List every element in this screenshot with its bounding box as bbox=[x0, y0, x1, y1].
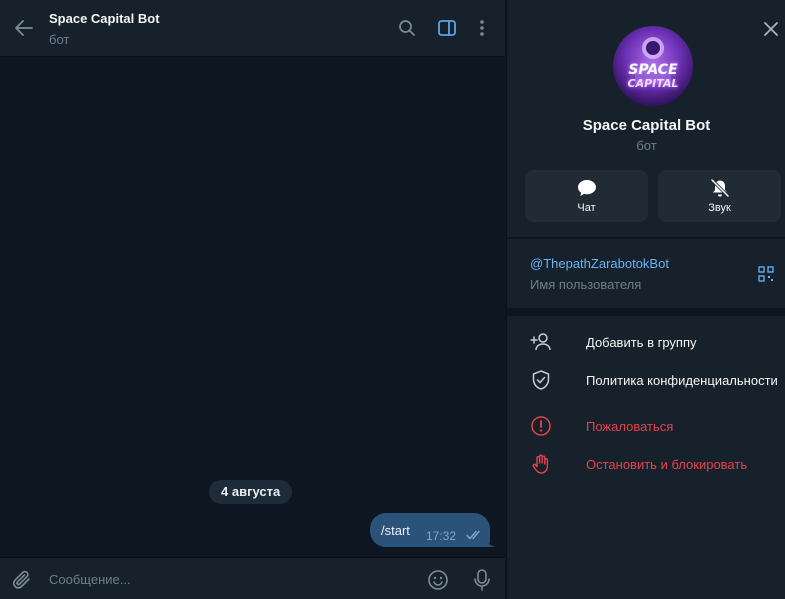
more-vertical-icon bbox=[480, 20, 484, 36]
username-caption: Имя пользователя bbox=[530, 277, 642, 292]
shield-check-icon bbox=[532, 370, 550, 390]
sound-button[interactable]: Звук bbox=[658, 170, 781, 222]
more-menu-button[interactable] bbox=[469, 15, 495, 41]
menu-label: Остановить и блокировать bbox=[586, 457, 748, 472]
search-icon bbox=[399, 20, 415, 36]
privacy-policy-item[interactable]: Политика конфиденциальности bbox=[507, 363, 785, 397]
hand-stop-icon bbox=[532, 454, 549, 474]
report-item[interactable]: Пожаловаться bbox=[507, 409, 785, 443]
qr-code-icon[interactable] bbox=[758, 266, 774, 282]
avatar[interactable]: SPACE CAPITAL bbox=[613, 26, 693, 106]
emoji-icon[interactable] bbox=[427, 569, 449, 591]
chat-bubble-icon bbox=[577, 180, 596, 196]
double-check-icon bbox=[466, 530, 480, 540]
arrow-left-icon bbox=[15, 20, 33, 36]
back-button[interactable] bbox=[10, 14, 38, 42]
message-time: 17:32 bbox=[426, 529, 457, 543]
avatar-logo-text: SPACE CAPITAL bbox=[627, 62, 679, 90]
bubble-tail bbox=[484, 535, 496, 547]
microphone-icon[interactable] bbox=[471, 568, 493, 592]
sidebar-panel-icon bbox=[438, 20, 456, 36]
profile-subtitle: бот bbox=[636, 138, 657, 153]
sound-button-label: Звук bbox=[708, 202, 731, 214]
stop-and-block-item[interactable]: Остановить и блокировать bbox=[507, 447, 785, 481]
menu-label: Добавить в группу bbox=[586, 335, 697, 350]
menu-label: Пожаловаться bbox=[586, 419, 674, 434]
message-composer bbox=[0, 557, 505, 599]
profile-name: Space Capital Bot bbox=[582, 117, 711, 134]
chat-header: Space Capital Bot бот bbox=[0, 0, 505, 57]
chat-area: Space Capital Bot бот 4 августа /start 1… bbox=[0, 0, 505, 599]
message-text: /start bbox=[381, 523, 410, 538]
chat-button[interactable]: Чат bbox=[525, 170, 648, 222]
close-icon[interactable] bbox=[762, 20, 780, 38]
date-separator: 4 августа bbox=[209, 480, 293, 504]
menu-label: Политика конфиденциальности bbox=[586, 373, 778, 388]
bell-muted-icon bbox=[710, 178, 729, 198]
add-user-icon bbox=[530, 333, 551, 351]
paperclip-icon[interactable] bbox=[10, 568, 34, 592]
add-to-group-item[interactable]: Добавить в группу bbox=[507, 325, 785, 359]
toggle-sidebar-button[interactable] bbox=[434, 15, 460, 41]
message-input[interactable] bbox=[49, 568, 409, 590]
divider bbox=[507, 237, 785, 239]
alert-circle-icon bbox=[531, 416, 551, 436]
message-bubble-outgoing[interactable]: /start 17:32 bbox=[370, 513, 490, 547]
chat-subtitle: бот bbox=[49, 32, 70, 47]
profile-panel: SPACE CAPITAL Space Capital Bot бот Чат … bbox=[506, 0, 785, 599]
chat-button-label: Чат bbox=[577, 202, 596, 214]
username-link[interactable]: @ThepathZarabotokBot bbox=[530, 256, 669, 271]
section-divider bbox=[507, 308, 785, 316]
chat-title[interactable]: Space Capital Bot bbox=[49, 11, 160, 26]
search-button[interactable] bbox=[394, 15, 420, 41]
